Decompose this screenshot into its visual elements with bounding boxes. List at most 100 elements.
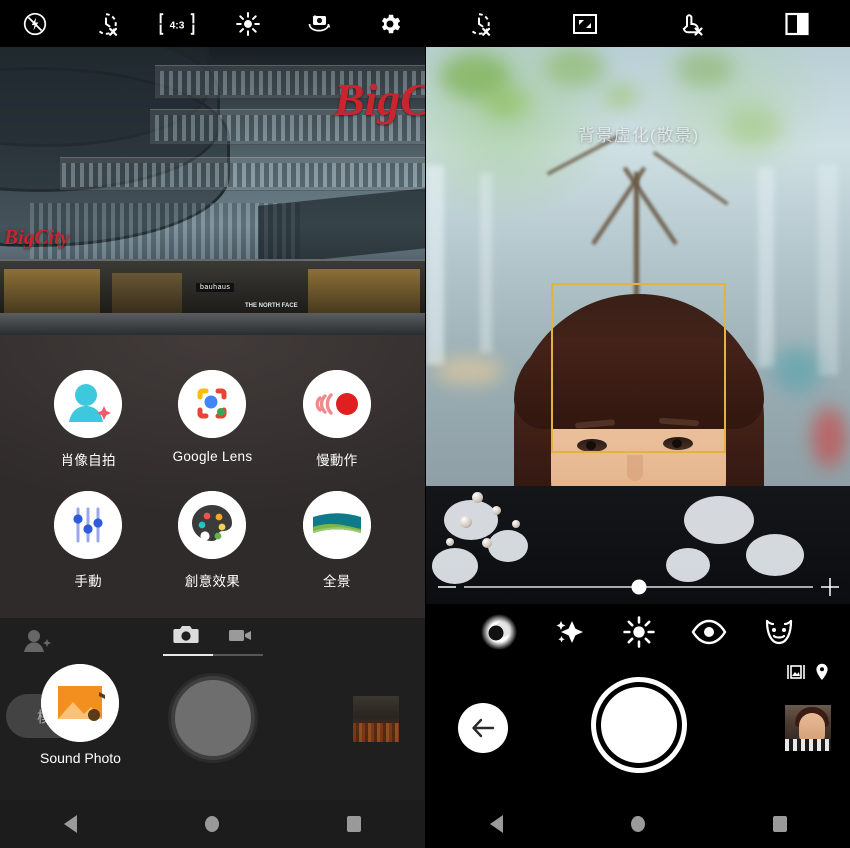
right-top-toolbar [426, 0, 850, 47]
tab-photo[interactable] [172, 622, 200, 653]
viewfinder-mode-title: 背景虛化(散景) [577, 126, 700, 145]
slider-thumb[interactable] [631, 579, 646, 595]
photo-size-icon[interactable] [786, 664, 806, 685]
pearl-bead [472, 492, 483, 503]
floral-pattern [488, 530, 528, 562]
home-nav-button[interactable] [205, 816, 219, 832]
dual-screenshot-container: 4:3 BigC BigCity bauhaus THE NORTH FACE … [0, 0, 850, 848]
capture-mode-tabs [0, 622, 425, 653]
tab-video[interactable] [226, 622, 254, 653]
right-phone-screen: 背景虛化(散景) [425, 0, 850, 848]
portrait-selfie-icon [54, 370, 123, 438]
right-bottom-bar [426, 655, 850, 800]
svg-text:4:3: 4:3 [170, 20, 185, 31]
back-nav-button[interactable] [64, 815, 77, 833]
thumbnail-content [785, 739, 831, 751]
mode-item-portrait-selfie[interactable]: 肖像自拍 [26, 370, 150, 469]
mode-label: Google Lens [172, 449, 253, 464]
mode-selection-sheet: 肖像自拍 Google Lens 慢動作 手動 創意效果 全景 [0, 335, 425, 618]
mode-item-slow-motion[interactable]: 慢動作 [275, 370, 399, 469]
mode-item-manual[interactable]: 手動 [26, 491, 150, 590]
foliage-blob [484, 87, 528, 117]
bauhaus-sign: bauhaus [196, 283, 235, 292]
sparkle-effect-icon[interactable] [546, 609, 592, 655]
back-nav-button[interactable] [490, 815, 503, 833]
bigc-sign: BigC [333, 74, 425, 125]
shutter-button[interactable] [600, 687, 677, 763]
manual-icon [54, 491, 123, 559]
slider-plus-icon[interactable] [821, 578, 839, 596]
slow-motion-icon [302, 370, 371, 438]
plaza-ground [0, 313, 425, 335]
face-slim-effect-icon[interactable] [756, 609, 802, 655]
sound-photo-mode-item[interactable]: Sound Photo [40, 664, 121, 766]
tree-branch [622, 166, 678, 246]
panorama-icon [302, 491, 371, 559]
foliage-blob [604, 83, 638, 109]
left-top-toolbar: 4:3 [0, 0, 425, 47]
mode-item-creative-effects[interactable]: 創意效果 [150, 491, 274, 590]
bigcity-sign: BigCity [4, 225, 70, 249]
slider-minus-icon[interactable] [438, 586, 456, 588]
mode-label: 手動 [74, 574, 102, 589]
left-viewfinder[interactable]: BigC BigCity bauhaus THE NORTH FACE [0, 47, 425, 335]
timer-off-icon[interactable] [426, 10, 532, 38]
mode-label: 肖像自拍 [60, 453, 116, 468]
beauty-effects-bar [426, 604, 850, 660]
pearl-bead [446, 538, 454, 546]
mode-label: 慢動作 [316, 453, 358, 468]
gallery-thumbnail[interactable] [353, 696, 399, 742]
mode-label: 全景 [323, 574, 351, 589]
home-nav-button[interactable] [631, 816, 645, 832]
pearl-bead [482, 538, 492, 548]
status-indicators [786, 663, 829, 686]
bokeh-effect-icon[interactable] [476, 609, 522, 655]
foliage-blob [676, 51, 734, 87]
foliage-blob [546, 47, 606, 87]
gallery-thumbnail[interactable] [785, 705, 831, 751]
floral-pattern [684, 496, 754, 544]
settings-gear-icon[interactable] [354, 11, 425, 37]
tab-indicator [162, 654, 263, 656]
pearl-bead [460, 516, 472, 528]
mode-item-google-lens[interactable]: Google Lens [150, 370, 274, 469]
location-pin-icon[interactable] [815, 663, 829, 686]
left-phone-screen: 4:3 BigC BigCity bauhaus THE NORTH FACE … [0, 0, 425, 848]
brightness-effect-icon[interactable] [616, 609, 662, 655]
floral-pattern [746, 534, 804, 576]
canopy [258, 188, 425, 266]
north-face-sign: THE NORTH FACE [245, 303, 298, 309]
flash-off-icon[interactable] [0, 11, 71, 37]
slider-track[interactable] [464, 579, 813, 595]
mode-label: 創意效果 [184, 574, 241, 589]
creative-effects-icon [178, 491, 247, 559]
eye-enlarge-effect-icon[interactable] [686, 609, 732, 655]
android-navbar [426, 800, 850, 848]
nose [627, 455, 643, 481]
bokeh-strength-slider[interactable] [426, 572, 850, 602]
aspect-ratio-icon[interactable]: 4:3 [142, 11, 213, 37]
google-lens-icon [178, 370, 247, 438]
mode-item-panorama[interactable]: 全景 [275, 491, 399, 590]
split-screen-icon[interactable] [744, 11, 850, 37]
recents-nav-button[interactable] [773, 816, 787, 832]
touch-capture-off-icon[interactable] [638, 10, 744, 38]
mall-scene: BigC BigCity bauhaus THE NORTH FACE [0, 47, 425, 335]
shop-window [112, 273, 182, 317]
aspect-ratio-full-icon[interactable] [532, 11, 638, 37]
hdr-icon[interactable] [212, 10, 283, 38]
mode-grid: 肖像自拍 Google Lens 慢動作 手動 創意效果 全景 [0, 335, 425, 590]
recents-nav-button[interactable] [347, 816, 361, 832]
shutter-button[interactable] [170, 676, 255, 760]
sound-photo-label: Sound Photo [40, 750, 121, 766]
timer-off-icon[interactable] [71, 10, 142, 38]
facade-glass [62, 163, 425, 187]
android-navbar [0, 800, 425, 848]
switch-camera-icon[interactable] [283, 10, 354, 38]
pearl-bead [492, 506, 501, 515]
back-arrow-button[interactable] [458, 703, 508, 753]
shop-window [308, 269, 420, 317]
shop-window [4, 269, 100, 317]
tree-branch [652, 151, 729, 206]
right-viewfinder[interactable]: 背景虛化(散景) [426, 47, 850, 604]
